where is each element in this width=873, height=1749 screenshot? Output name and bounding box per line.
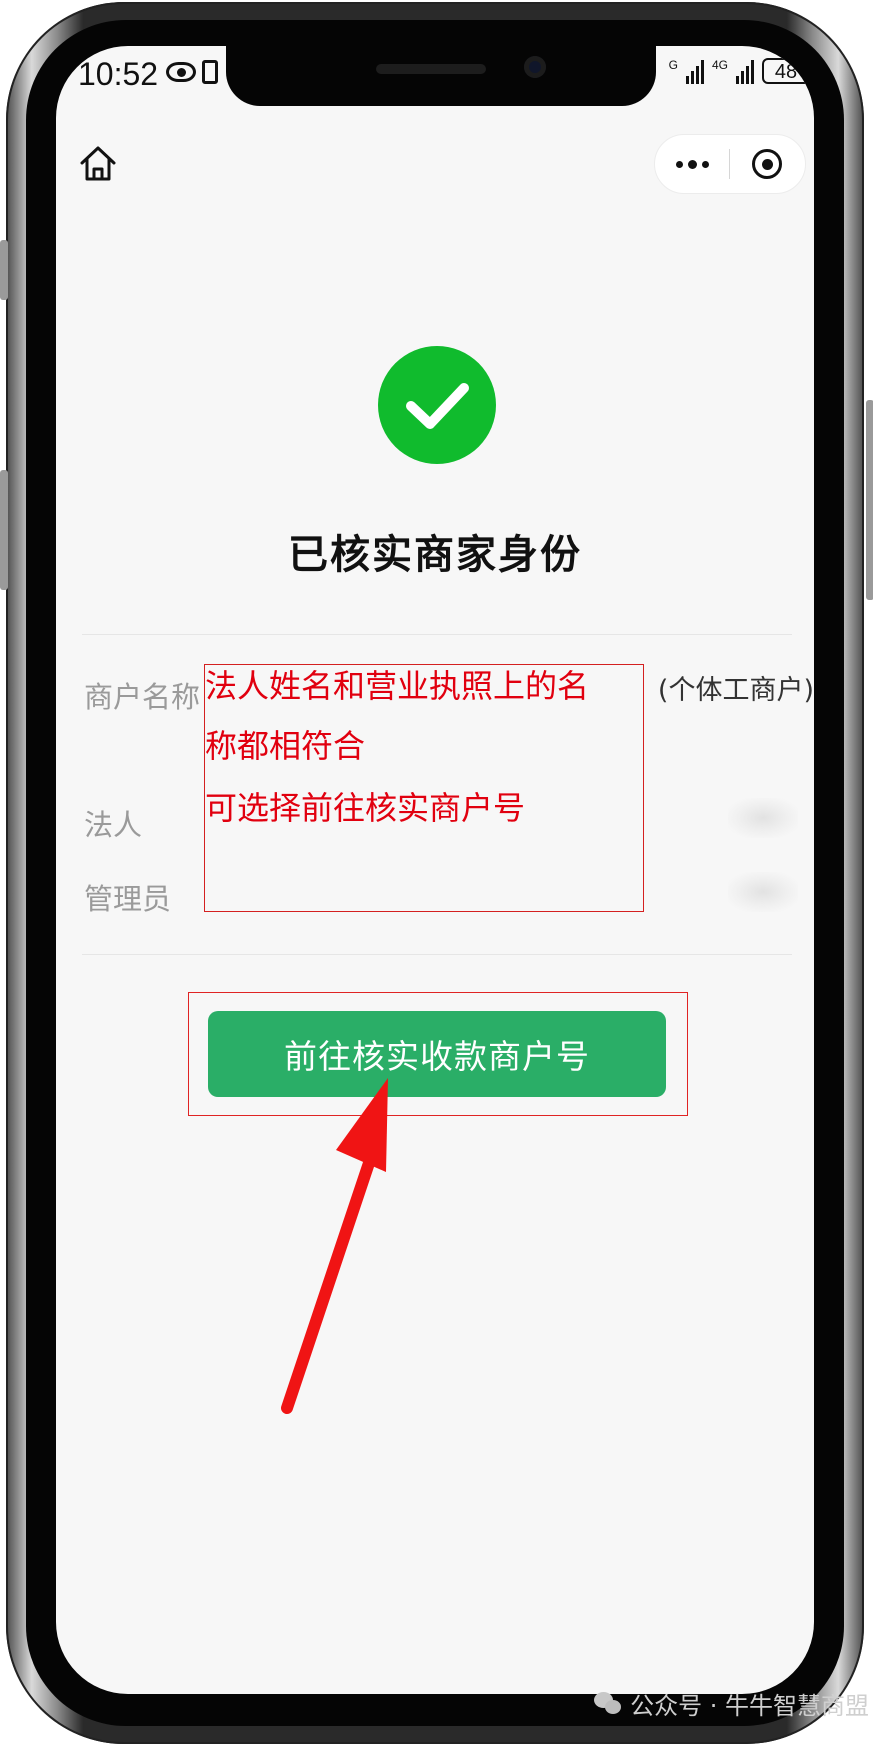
annotation-line-2: 称都相符合	[205, 727, 366, 765]
page-title: 已核实商家身份	[288, 532, 582, 578]
status-time: 10:52	[78, 56, 159, 92]
annotation-line-1: 法人姓名和营业执照上的名	[205, 667, 590, 705]
status-right-icons: G 4G 48	[669, 58, 810, 84]
network-type-label: G	[668, 58, 678, 72]
annotation-callout-box: 法人姓名和营业执照上的名 称都相符合 可选择前往核实商户号	[204, 664, 644, 912]
more-options-button[interactable]	[655, 135, 729, 193]
annotation-line-3: 可选择前往核实商户号	[205, 789, 526, 827]
close-mini-program-button[interactable]	[730, 135, 804, 193]
legal-person-value-redacted	[728, 798, 798, 838]
phone-notch	[226, 46, 656, 106]
admin-label: 管理员	[84, 882, 172, 916]
phone-side-button-right	[866, 400, 873, 600]
watermark-text: 公众号 · 牛牛智慧商盟	[630, 1692, 869, 1720]
success-check-icon	[378, 346, 496, 464]
home-button[interactable]	[76, 142, 120, 186]
status-left-icons	[166, 60, 218, 84]
target-icon	[752, 149, 782, 179]
screenshot-root: 10:52 G 4G 48 已核实商家身份 商户名称 (个体工商户) 法人 管理…	[0, 0, 873, 1749]
nfc-icon	[202, 60, 218, 84]
signal-strength-icon-2	[736, 58, 754, 84]
section-divider-bottom	[82, 954, 792, 955]
eye-icon	[166, 62, 196, 82]
battery-icon: 48	[762, 58, 810, 84]
verify-merchant-account-button[interactable]: 前往核实收款商户号	[208, 1011, 666, 1097]
phone-side-button-left	[0, 470, 8, 590]
mini-program-capsule	[654, 134, 806, 194]
legal-person-label: 法人	[84, 808, 143, 842]
signal-strength-icon	[685, 58, 704, 84]
section-divider-top	[82, 634, 792, 635]
phone-screen: 10:52 G 4G 48 已核实商家身份 商户名称 (个体工商户) 法人 管理…	[56, 46, 814, 1694]
network-type-label-4g: 4G	[711, 58, 728, 72]
merchant-name-label: 商户名称	[84, 680, 201, 714]
admin-value-redacted	[728, 872, 798, 912]
front-camera	[524, 56, 546, 78]
merchant-name-value: (个体工商户)	[657, 675, 814, 706]
wechat-icon	[594, 1691, 622, 1716]
home-icon	[80, 146, 116, 181]
watermark: 公众号 · 牛牛智慧商盟	[594, 1686, 869, 1721]
phone-side-button-left-2	[0, 240, 8, 300]
speaker-grille	[376, 64, 486, 74]
